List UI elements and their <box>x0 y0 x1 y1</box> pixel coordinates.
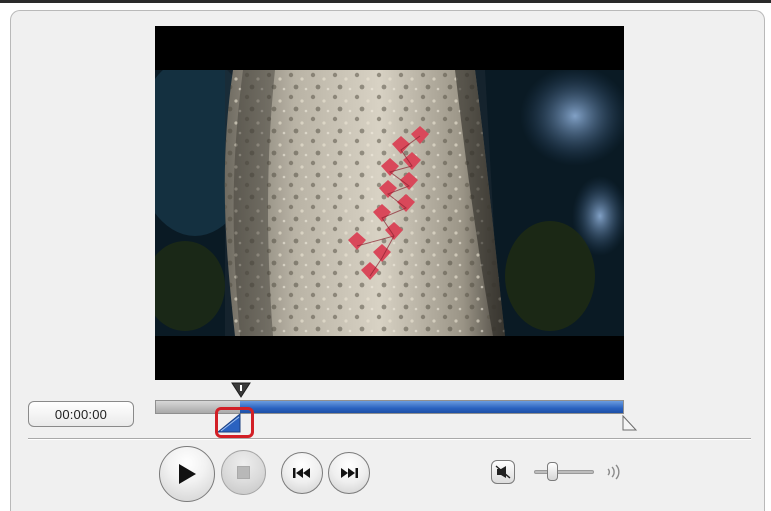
next-button[interactable] <box>328 452 370 494</box>
skip-next-icon <box>341 468 358 478</box>
volume-slider-track[interactable] <box>534 470 594 474</box>
timeline-selected-region[interactable] <box>240 401 623 413</box>
controls-divider <box>28 438 751 440</box>
trim-end-handle-icon[interactable] <box>622 415 638 433</box>
playhead-marker-icon[interactable] <box>230 381 252 399</box>
video-player-window: 00:00:00 <box>10 10 765 511</box>
volume-slider-thumb[interactable] <box>547 462 558 481</box>
video-preview[interactable] <box>155 26 624 380</box>
speaker-loud-icon[interactable] <box>605 464 621 480</box>
timecode-display: 00:00:00 <box>28 401 134 427</box>
stop-button[interactable] <box>221 450 266 495</box>
trim-start-highlight <box>215 407 254 438</box>
speaker-mute-icon <box>495 465 511 479</box>
play-icon <box>179 464 196 484</box>
stop-icon <box>237 466 250 479</box>
window-top-edge <box>0 0 771 3</box>
skip-previous-icon <box>293 468 310 478</box>
previous-button[interactable] <box>281 452 323 494</box>
play-button[interactable] <box>159 446 215 502</box>
mute-button[interactable] <box>491 460 515 484</box>
video-frame-image <box>155 26 624 380</box>
